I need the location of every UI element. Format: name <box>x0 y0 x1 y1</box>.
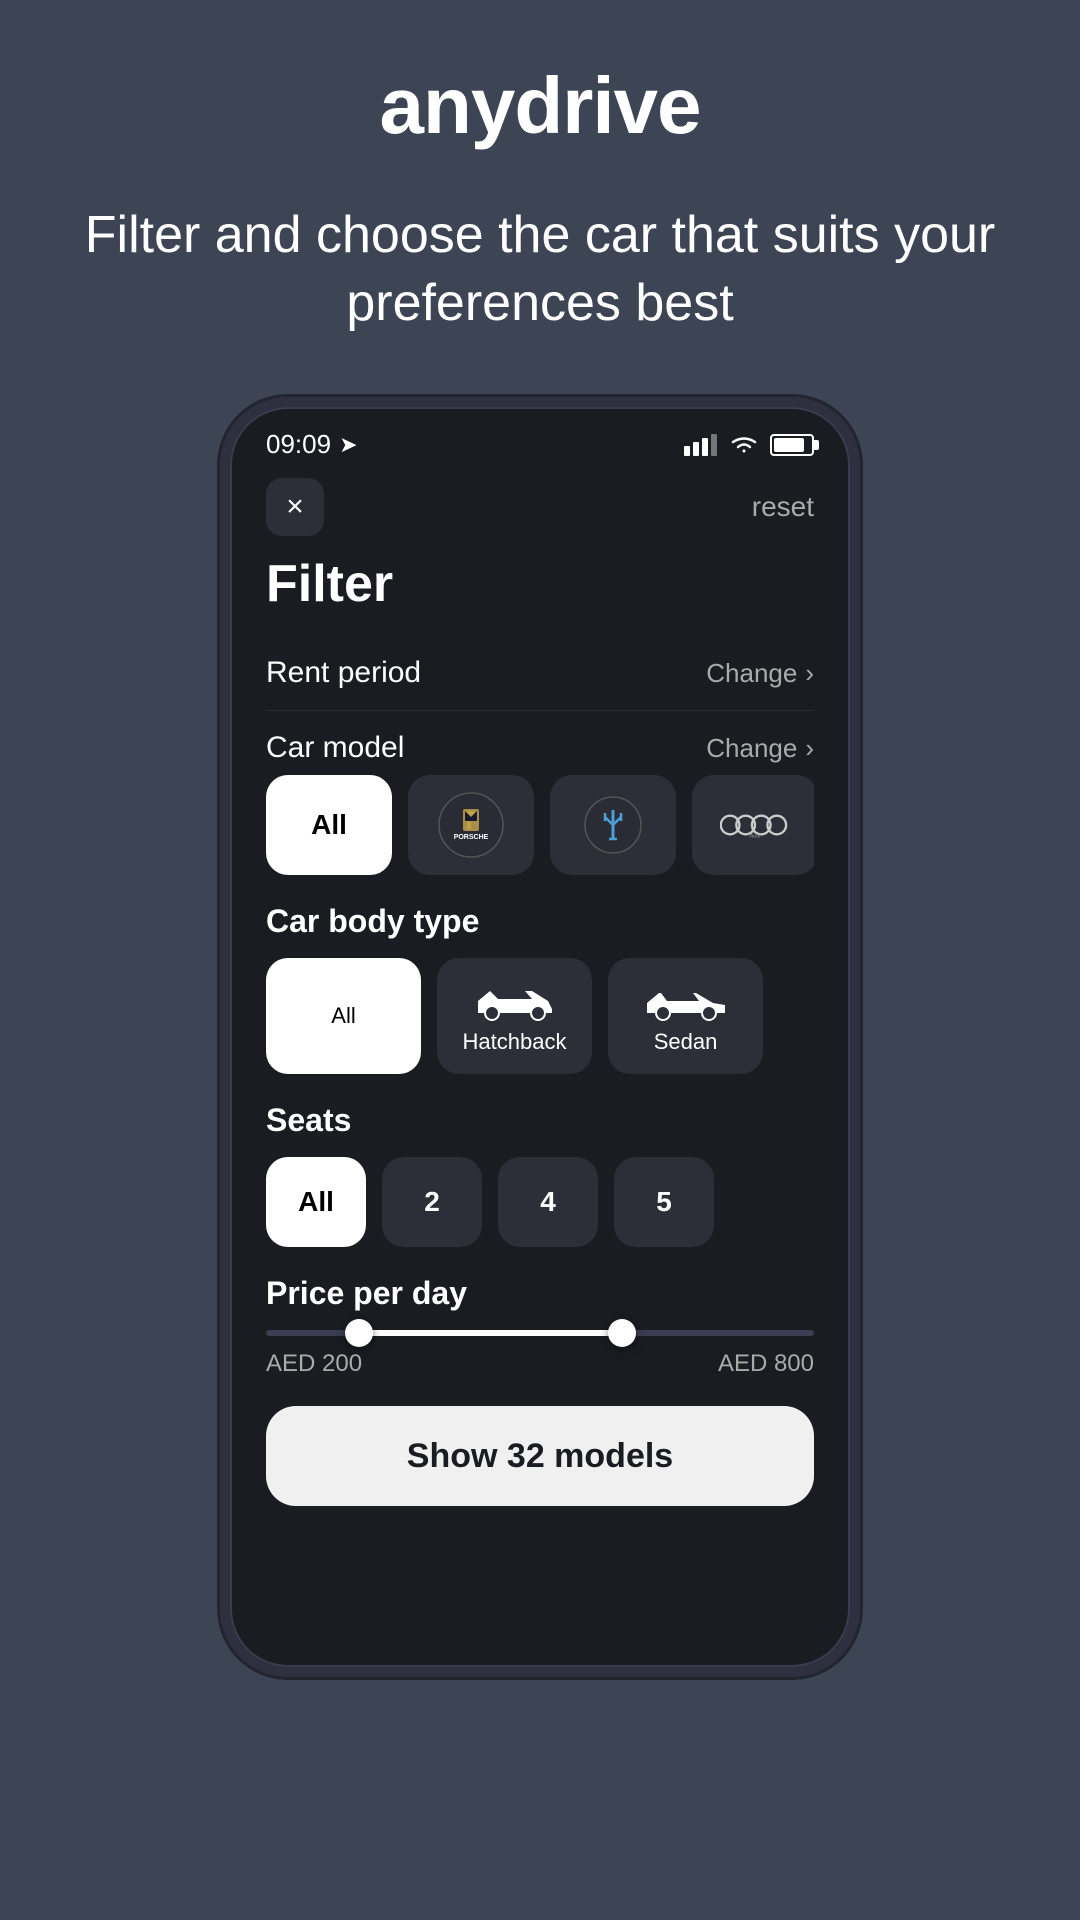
signal-icon <box>684 434 718 456</box>
status-icons <box>684 433 814 457</box>
app-subtitle: Filter and choose the car that suits you… <box>0 202 1080 337</box>
svg-text:Audi: Audi <box>749 834 762 840</box>
rent-period-change: Change <box>706 658 797 689</box>
price-labels: AED 200 AED 800 <box>266 1350 814 1378</box>
seat-chip-4-label: 4 <box>540 1186 556 1218</box>
brand-chip-all[interactable]: All <box>266 775 392 875</box>
seat-chip-all[interactable]: All <box>266 1157 366 1247</box>
top-bar: × reset <box>266 470 814 554</box>
seat-chip-2[interactable]: 2 <box>382 1157 482 1247</box>
rent-period-chevron: › <box>805 658 814 689</box>
brand-chip-maserati[interactable] <box>550 775 676 875</box>
price-max-label: AED 800 <box>718 1350 814 1378</box>
location-icon: ➤ <box>339 432 357 458</box>
body-chip-hatchback-label: Hatchback <box>463 1029 567 1055</box>
rent-period-label: Rent period <box>266 656 421 690</box>
show-models-label: Show 32 models <box>407 1437 673 1476</box>
show-models-button[interactable]: Show 32 models <box>266 1406 814 1506</box>
slider-thumb-max[interactable] <box>608 1319 636 1347</box>
seat-chip-2-label: 2 <box>424 1186 440 1218</box>
body-chip-sedan[interactable]: Sedan <box>608 958 763 1074</box>
body-type-chips-row: All Hatchback Seda <box>266 958 814 1074</box>
sedan-icon <box>641 977 731 1021</box>
status-time-group: 09:09 ➤ <box>266 429 358 460</box>
car-model-label: Car model <box>266 731 404 765</box>
price-min-label: AED 200 <box>266 1350 362 1378</box>
seats-heading: Seats <box>266 1102 814 1139</box>
phone-content: × reset Filter Rent period Change › Car … <box>230 470 850 1667</box>
car-model-chevron: › <box>805 733 814 764</box>
brand-chip-porsche[interactable]: PORSCHE <box>408 775 534 875</box>
seat-chip-5-label: 5 <box>656 1186 672 1218</box>
status-bar: 09:09 ➤ <box>230 407 850 470</box>
close-button[interactable]: × <box>266 478 324 536</box>
car-model-row[interactable]: Car model Change › <box>266 711 814 775</box>
porsche-logo: PORSCHE <box>436 790 506 860</box>
maserati-logo <box>578 790 648 860</box>
price-heading: Price per day <box>266 1275 814 1312</box>
brand-chip-audi[interactable]: Audi <box>692 775 814 875</box>
price-slider-track[interactable] <box>266 1330 814 1336</box>
rent-period-row[interactable]: Rent period Change › <box>266 636 814 711</box>
car-model-action[interactable]: Change › <box>706 733 814 764</box>
body-chip-all[interactable]: All <box>266 958 421 1074</box>
seat-chips-row: All 2 4 5 <box>266 1157 814 1247</box>
body-chip-sedan-label: Sedan <box>654 1029 718 1055</box>
seat-chip-5[interactable]: 5 <box>614 1157 714 1247</box>
audi-logo: Audi <box>720 790 790 860</box>
body-chip-hatchback[interactable]: Hatchback <box>437 958 592 1074</box>
seat-chip-4[interactable]: 4 <box>498 1157 598 1247</box>
app-title: anydrive <box>379 60 700 152</box>
reset-button[interactable]: reset <box>752 491 814 523</box>
body-type-heading: Car body type <box>266 903 814 940</box>
price-section: Price per day AED 200 AED 800 <box>266 1275 814 1378</box>
close-icon: × <box>286 492 304 522</box>
slider-fill <box>359 1330 622 1336</box>
filter-title: Filter <box>266 554 814 614</box>
seat-chip-all-label: All <box>298 1186 334 1218</box>
brand-chips-row: All PORSCHE <box>266 775 814 875</box>
svg-text:PORSCHE: PORSCHE <box>454 834 489 841</box>
battery-icon <box>770 434 814 456</box>
status-time: 09:09 <box>266 429 331 460</box>
car-model-change: Change <box>706 733 797 764</box>
phone-frame: 09:09 ➤ <box>220 397 860 1677</box>
body-chip-all-label: All <box>331 1003 355 1029</box>
slider-thumb-min[interactable] <box>345 1319 373 1347</box>
brand-chip-all-label: All <box>311 809 347 841</box>
rent-period-action[interactable]: Change › <box>706 658 814 689</box>
hatchback-icon <box>470 977 560 1021</box>
wifi-icon <box>728 433 760 457</box>
